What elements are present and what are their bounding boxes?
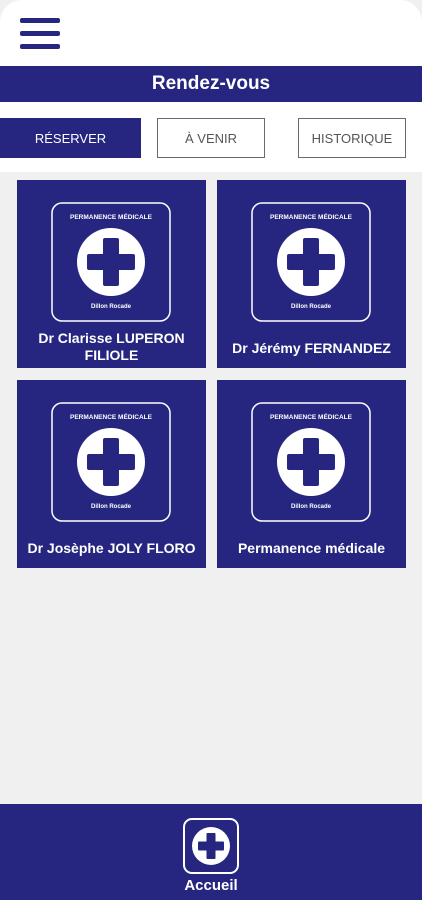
doctor-name: Dr Clarisse LUPERON FILIOLE bbox=[38, 330, 185, 363]
tab-a-venir[interactable]: À VENIR bbox=[157, 118, 265, 158]
bottom-nav: Accueil bbox=[0, 804, 422, 900]
permanence-medicale-logo: PERMANENCE MÉDICALE Dillon Rocade bbox=[51, 202, 171, 322]
doctor-name: Permanence médicale bbox=[237, 540, 386, 556]
home-label[interactable]: Accueil bbox=[0, 877, 422, 894]
tab-reserver[interactable]: RÉSERVER bbox=[0, 118, 141, 158]
home-button[interactable] bbox=[183, 818, 239, 874]
logo-top-text: PERMANENCE MÉDICALE bbox=[270, 412, 353, 421]
logo-bottom-text: Dillon Rocade bbox=[291, 504, 332, 510]
doctor-card[interactable]: PERMANENCE MÉDICALE Dillon Rocade Dr Cla… bbox=[17, 180, 206, 368]
logo-top-text: PERMANENCE MÉDICALE bbox=[70, 412, 153, 421]
logo-top-text: PERMANENCE MÉDICALE bbox=[70, 212, 153, 221]
page-title: Rendez-vous bbox=[0, 66, 422, 102]
tab-bar: RÉSERVER À VENIR HISTORIQUE bbox=[0, 102, 422, 172]
doctor-card[interactable]: PERMANENCE MÉDICALE Dillon Rocade Dr Jér… bbox=[217, 180, 406, 368]
logo-bottom-text: Dillon Rocade bbox=[91, 504, 132, 510]
permanence-medicale-logo: PERMANENCE MÉDICALE Dillon Rocade bbox=[51, 402, 171, 522]
doctor-name: Dr Jérémy FERNANDEZ bbox=[232, 340, 391, 356]
logo-top-text: PERMANENCE MÉDICALE bbox=[270, 212, 353, 221]
permanence-medicale-logo: PERMANENCE MÉDICALE Dillon Rocade bbox=[251, 402, 371, 522]
medical-cross-icon bbox=[277, 428, 345, 496]
doctor-name: Dr Josèphe JOLY FLORO bbox=[27, 540, 196, 556]
logo-bottom-text: Dillon Rocade bbox=[91, 304, 132, 310]
top-bar bbox=[0, 0, 422, 66]
medical-cross-icon bbox=[192, 827, 230, 865]
hamburger-menu-icon[interactable] bbox=[20, 16, 62, 52]
doctor-card[interactable]: PERMANENCE MÉDICALE Dillon Rocade Dr Jos… bbox=[17, 380, 206, 568]
permanence-medicale-logo: PERMANENCE MÉDICALE Dillon Rocade bbox=[251, 202, 371, 322]
tab-historique[interactable]: HISTORIQUE bbox=[298, 118, 406, 158]
medical-cross-icon bbox=[77, 428, 145, 496]
logo-bottom-text: Dillon Rocade bbox=[291, 304, 332, 310]
medical-cross-icon bbox=[77, 228, 145, 296]
medical-cross-icon bbox=[277, 228, 345, 296]
doctor-card[interactable]: PERMANENCE MÉDICALE Dillon Rocade Perman… bbox=[217, 380, 406, 568]
